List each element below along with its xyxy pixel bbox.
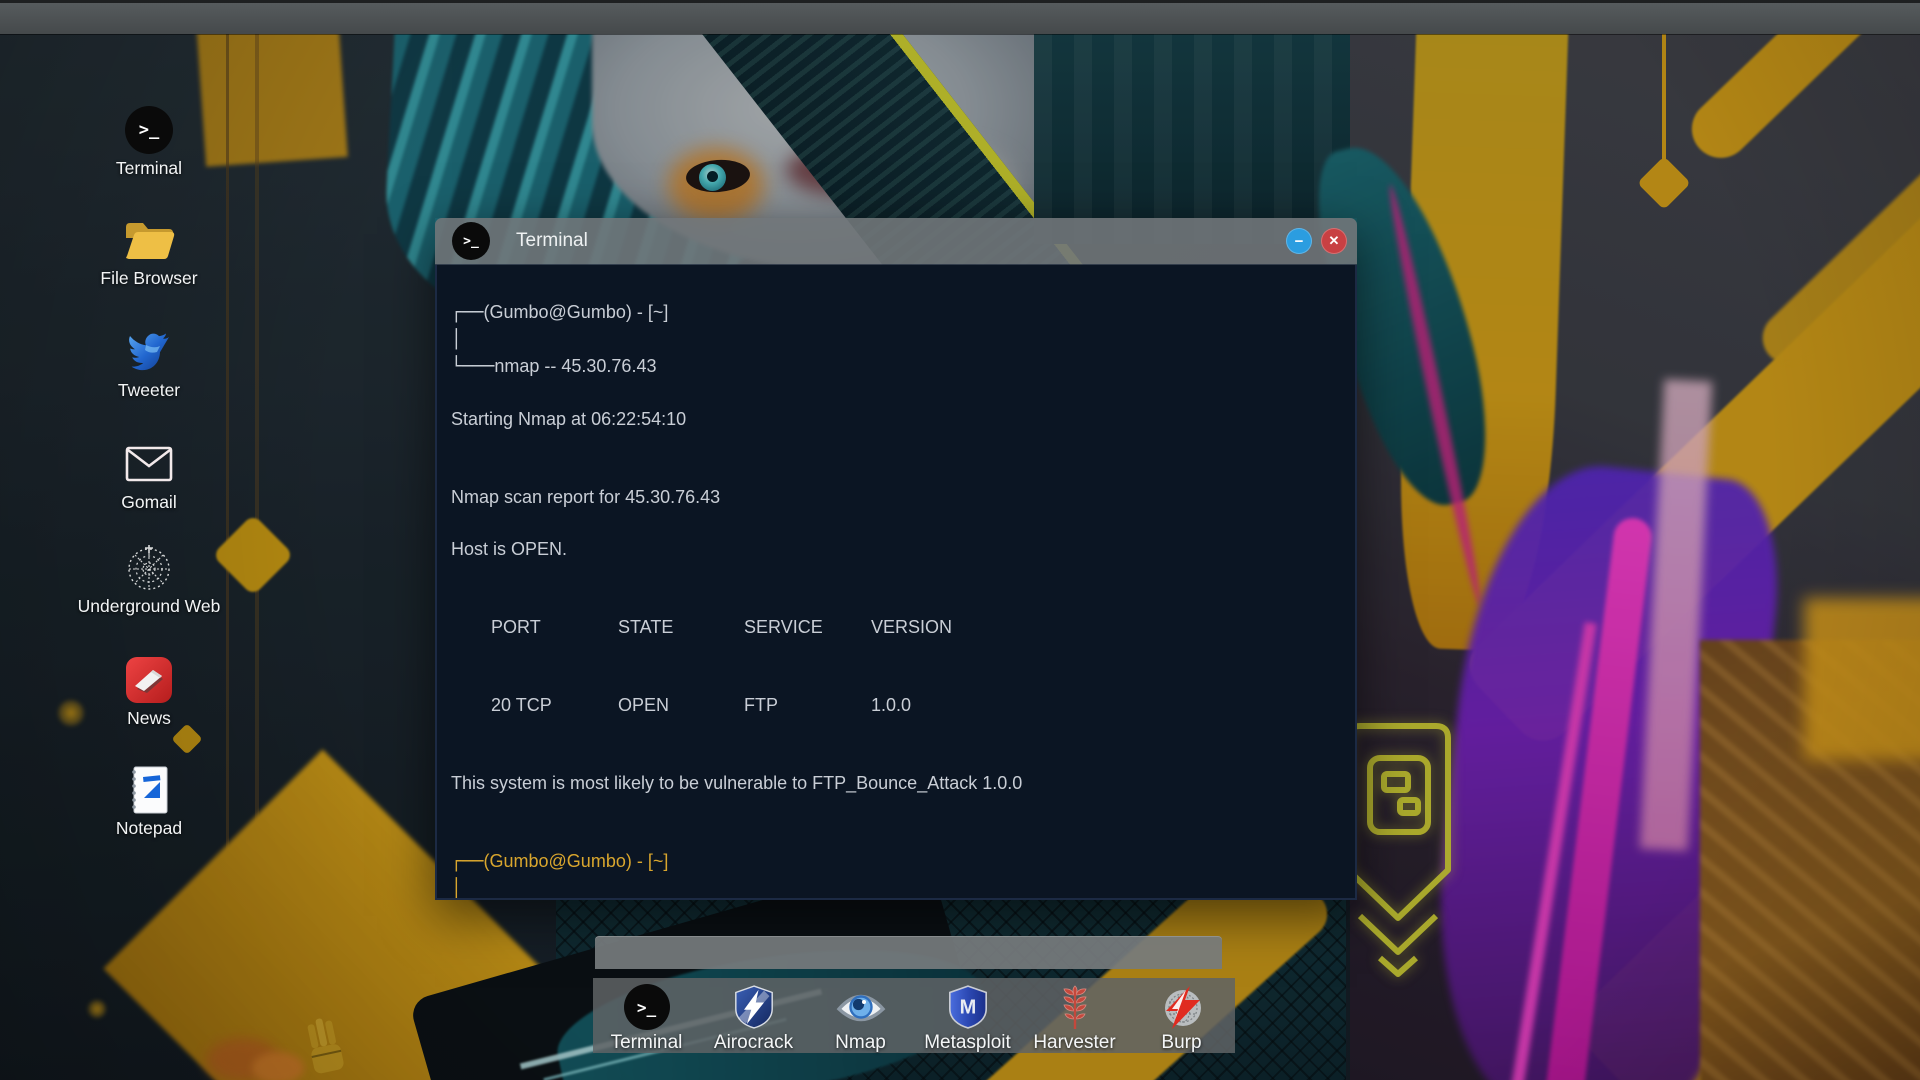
desktop-icon-file-browser[interactable]: File Browser bbox=[64, 216, 234, 288]
window-titlebar[interactable]: >_ Terminal − ✕ bbox=[435, 218, 1357, 265]
desktop-icon-gomail[interactable]: Gomail bbox=[64, 440, 234, 512]
dock-item-label: Metasploit bbox=[924, 1032, 1011, 1053]
terminal-prompt-line: │ bbox=[451, 329, 462, 350]
close-button[interactable]: ✕ bbox=[1321, 228, 1347, 254]
system-top-bar bbox=[0, 0, 1920, 34]
dock-item-airocrack[interactable]: Airocrack bbox=[704, 984, 804, 1054]
terminal-line: This system is most likely to be vulnera… bbox=[451, 773, 1023, 793]
terminal-table-header: PORT STATE SERVICE VERSION bbox=[491, 617, 953, 637]
desktop-icon-label: Terminal bbox=[115, 158, 183, 178]
desktop-icon-label: Notepad bbox=[115, 818, 183, 838]
terminal-table-row: 20 TCP OPEN FTP 1.0.0 bbox=[491, 695, 912, 715]
minimize-button[interactable]: − bbox=[1286, 228, 1312, 254]
terminal-icon: >_ bbox=[623, 984, 670, 1030]
notepad-icon bbox=[130, 766, 168, 814]
terminal-line: Host is OPEN. bbox=[451, 539, 568, 559]
wheat-icon bbox=[1060, 984, 1090, 1030]
terminal-window: >_ Terminal − ✕ ┌──(Gumbo@Gumbo) - [~] │… bbox=[435, 218, 1357, 900]
dock-item-nmap[interactable]: Nmap bbox=[811, 984, 911, 1054]
terminal-output[interactable]: ┌──(Gumbo@Gumbo) - [~] │ └───nmap -- 45.… bbox=[435, 265, 1357, 900]
terminal-command-line: └───nmap -- 45.30.76.43 bbox=[451, 356, 657, 377]
news-icon bbox=[125, 656, 173, 704]
dock-item-metasploit[interactable]: M Metasploit bbox=[918, 984, 1018, 1054]
desktop: >_ Terminal File Browser Tweeter Gomail … bbox=[0, 0, 1920, 1080]
window-title: Terminal bbox=[516, 230, 588, 251]
terminal-prompt-line: │ bbox=[451, 878, 462, 899]
bird-icon bbox=[126, 328, 172, 376]
folder-icon bbox=[123, 216, 175, 264]
desktop-icon-label: File Browser bbox=[100, 268, 198, 288]
dock-handle[interactable] bbox=[595, 936, 1222, 969]
bolt-globe-icon bbox=[1159, 984, 1205, 1030]
terminal-icon: >_ bbox=[125, 106, 173, 154]
terminal-line: Nmap scan report for 45.30.76.43 bbox=[451, 487, 721, 507]
dock-item-burp[interactable]: Burp bbox=[1132, 984, 1232, 1054]
desktop-icon-label: Gomail bbox=[121, 492, 177, 512]
dock-item-terminal[interactable]: >_ Terminal bbox=[597, 984, 697, 1054]
dock: >_ Terminal Airocrack Nmap M Metasploit … bbox=[593, 978, 1235, 1053]
envelope-icon bbox=[125, 440, 173, 488]
desktop-icon-terminal[interactable]: >_ Terminal bbox=[64, 106, 234, 178]
terminal-line: Starting Nmap at 06:22:54:10 bbox=[451, 409, 687, 429]
desktop-icon-notepad[interactable]: Notepad bbox=[64, 766, 234, 838]
dock-item-label: Airocrack bbox=[713, 1032, 794, 1053]
terminal-prompt-line: ┌──(Gumbo@Gumbo) - [~] bbox=[451, 851, 669, 872]
dock-item-harvester[interactable]: Harvester bbox=[1025, 984, 1125, 1054]
desktop-icon-label: News bbox=[127, 708, 171, 728]
desktop-icon-news[interactable]: News bbox=[64, 656, 234, 728]
desktop-icon-tweeter[interactable]: Tweeter bbox=[64, 328, 234, 400]
desktop-icon-label: Underground Web bbox=[77, 596, 221, 616]
desktop-icon-underground-web[interactable]: Underground Web bbox=[64, 544, 234, 616]
dock-item-label: Burp bbox=[1161, 1032, 1202, 1053]
web-icon bbox=[125, 544, 173, 592]
metasploit-monogram: M bbox=[959, 996, 976, 1018]
shield-m-icon: M bbox=[948, 984, 988, 1030]
shield-bolt-icon bbox=[734, 984, 774, 1030]
desktop-icon-label: Tweeter bbox=[117, 380, 181, 400]
eye-icon bbox=[835, 984, 887, 1030]
dock-item-label: Terminal bbox=[610, 1032, 683, 1053]
dock-item-label: Harvester bbox=[1033, 1032, 1116, 1053]
terminal-prompt-line: ┌──(Gumbo@Gumbo) - [~] bbox=[451, 302, 669, 323]
terminal-icon: >_ bbox=[452, 222, 490, 260]
dock-item-label: Nmap bbox=[835, 1032, 886, 1053]
